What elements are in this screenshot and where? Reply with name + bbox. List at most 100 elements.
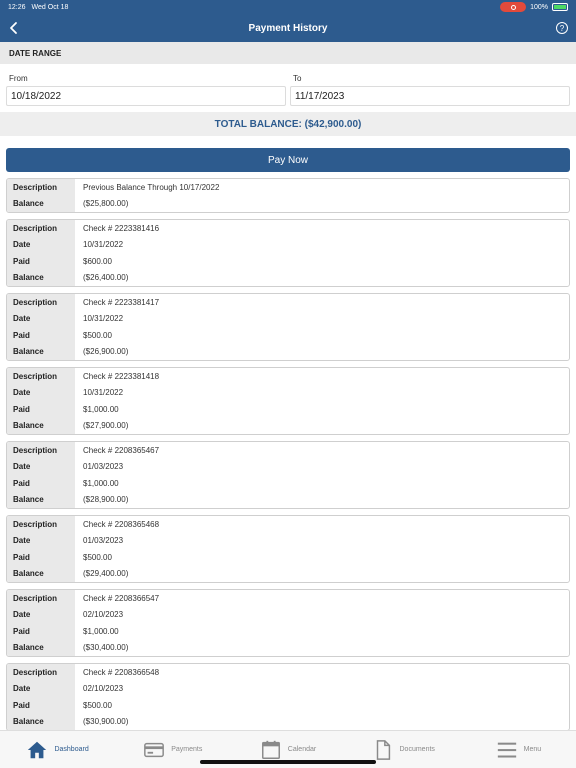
- tab-label: Documents: [399, 746, 435, 753]
- row-label: Balance: [7, 713, 75, 730]
- payment-card: Description Check # 2208366547 Date 02/10/…: [6, 589, 570, 657]
- row-label: Date: [7, 532, 75, 549]
- row-value: Previous Balance Through 10/17/2022: [83, 182, 220, 192]
- row-value: $1,000.00: [83, 478, 119, 488]
- row-value: 02/10/2023: [83, 610, 124, 620]
- row-label: Description: [7, 664, 75, 681]
- pay-now-button[interactable]: Pay Now: [6, 148, 570, 172]
- record-row: Paid $500.00: [7, 549, 569, 566]
- tab-label: Payments: [171, 746, 203, 753]
- from-label: From: [9, 74, 28, 83]
- row-label: Balance: [7, 417, 75, 434]
- record-row: Date 10/31/2022: [7, 236, 569, 253]
- record-row: Balance ($30,400.00): [7, 639, 569, 656]
- row-value: ($29,400.00): [83, 569, 129, 579]
- row-value: Check # 2208366547: [83, 593, 160, 603]
- row-label: Paid: [7, 549, 75, 566]
- total-balance: TOTAL BALANCE: ($42,900.00): [0, 112, 576, 136]
- row-label: Paid: [7, 697, 75, 714]
- record-row: Paid $500.00: [7, 697, 569, 714]
- row-label: Date: [7, 236, 75, 253]
- nav-bar: Payment History ?: [0, 14, 576, 42]
- menu-icon: [497, 742, 516, 758]
- row-value: Check # 2208365467: [83, 445, 160, 455]
- row-label: Balance: [7, 639, 75, 656]
- record-row: Balance ($26,400.00): [7, 269, 569, 286]
- record-row: Date 10/31/2022: [7, 384, 569, 401]
- record-row: Description Previous Balance Through 10/1…: [7, 179, 569, 196]
- row-label: Paid: [7, 475, 75, 492]
- from-date-field[interactable]: 10/18/2022: [6, 86, 286, 106]
- tab-menu[interactable]: Menu: [461, 731, 576, 768]
- status-right: 100%: [500, 2, 568, 12]
- row-value: ($25,800.00): [83, 199, 129, 209]
- screen-record-icon: [500, 2, 527, 12]
- row-value: Check # 2223381418: [83, 371, 160, 381]
- to-date-field[interactable]: 11/17/2023: [290, 86, 570, 106]
- row-label: Date: [7, 680, 75, 697]
- record-row: Description Check # 2223381417: [7, 294, 569, 311]
- record-row: Paid $500.00: [7, 327, 569, 344]
- row-label: Description: [7, 220, 75, 237]
- payment-card: Description Check # 2223381418 Date 10/31/…: [6, 367, 570, 435]
- row-value: $500.00: [83, 552, 112, 562]
- row-value: 01/03/2023: [83, 462, 124, 472]
- row-value: ($26,400.00): [83, 273, 129, 283]
- record-row: Balance ($28,900.00): [7, 491, 569, 508]
- row-value: Check # 2223381417: [83, 297, 160, 307]
- date-range-heading: DATE RANGE: [0, 42, 576, 64]
- record-row: Paid $1,000.00: [7, 401, 569, 418]
- record-row: Balance ($27,900.00): [7, 417, 569, 434]
- tab-label: Calendar: [287, 746, 317, 753]
- row-value: 10/31/2022: [83, 314, 124, 324]
- status-date: Wed Oct 18: [31, 3, 69, 11]
- record-row: Date 02/10/2023: [7, 680, 569, 697]
- page-title: Payment History: [248, 22, 328, 34]
- payment-card: Description Check # 2208365467 Date 01/03/…: [6, 441, 570, 509]
- row-label: Paid: [7, 401, 75, 418]
- row-label: Balance: [7, 195, 75, 212]
- record-row: Paid $1,000.00: [7, 623, 569, 640]
- row-label: Date: [7, 606, 75, 623]
- row-value: 01/03/2023: [83, 536, 124, 546]
- row-label: Balance: [7, 269, 75, 286]
- back-chevron-icon[interactable]: [6, 20, 22, 36]
- row-value: $600.00: [83, 256, 112, 266]
- row-label: Date: [7, 384, 75, 401]
- row-value: $500.00: [83, 700, 112, 710]
- row-label: Date: [7, 310, 75, 327]
- tab-label: Menu: [523, 746, 542, 753]
- home-icon: [28, 741, 47, 758]
- row-label: Description: [7, 590, 75, 607]
- record-row: Description Check # 2208366548: [7, 664, 569, 681]
- row-value: 10/31/2022: [83, 240, 124, 250]
- help-icon[interactable]: ?: [556, 22, 568, 34]
- payment-list[interactable]: Description Previous Balance Through 10/1…: [6, 178, 570, 730]
- row-value: $1,000.00: [83, 626, 119, 636]
- record-row: Balance ($29,400.00): [7, 565, 569, 582]
- record-row: Balance ($26,900.00): [7, 343, 569, 360]
- row-value: ($28,900.00): [83, 495, 129, 505]
- row-value: Check # 2223381416: [83, 223, 160, 233]
- row-label: Paid: [7, 623, 75, 640]
- battery-percent: 100%: [530, 3, 548, 11]
- status-time: 12:26: [8, 3, 26, 11]
- row-label: Description: [7, 368, 75, 385]
- row-value: $1,000.00: [83, 404, 119, 414]
- home-indicator[interactable]: [200, 760, 376, 764]
- to-group: To 11/17/2023: [290, 74, 570, 106]
- record-row: Date 01/03/2023: [7, 532, 569, 549]
- row-label: Description: [7, 516, 75, 533]
- row-value: Check # 2208366548: [83, 667, 160, 677]
- status-bar: 12:26 Wed Oct 18 100%: [0, 0, 576, 14]
- row-value: ($27,900.00): [83, 421, 129, 431]
- row-label: Paid: [7, 253, 75, 270]
- row-label: Date: [7, 458, 75, 475]
- row-value: ($30,900.00): [83, 717, 129, 727]
- row-value: Check # 2208365468: [83, 519, 160, 529]
- tab-dashboard[interactable]: Dashboard: [0, 731, 115, 768]
- record-row: Date 10/31/2022: [7, 310, 569, 327]
- row-label: Paid: [7, 327, 75, 344]
- document-icon: [376, 739, 390, 760]
- record-row: Date 01/03/2023: [7, 458, 569, 475]
